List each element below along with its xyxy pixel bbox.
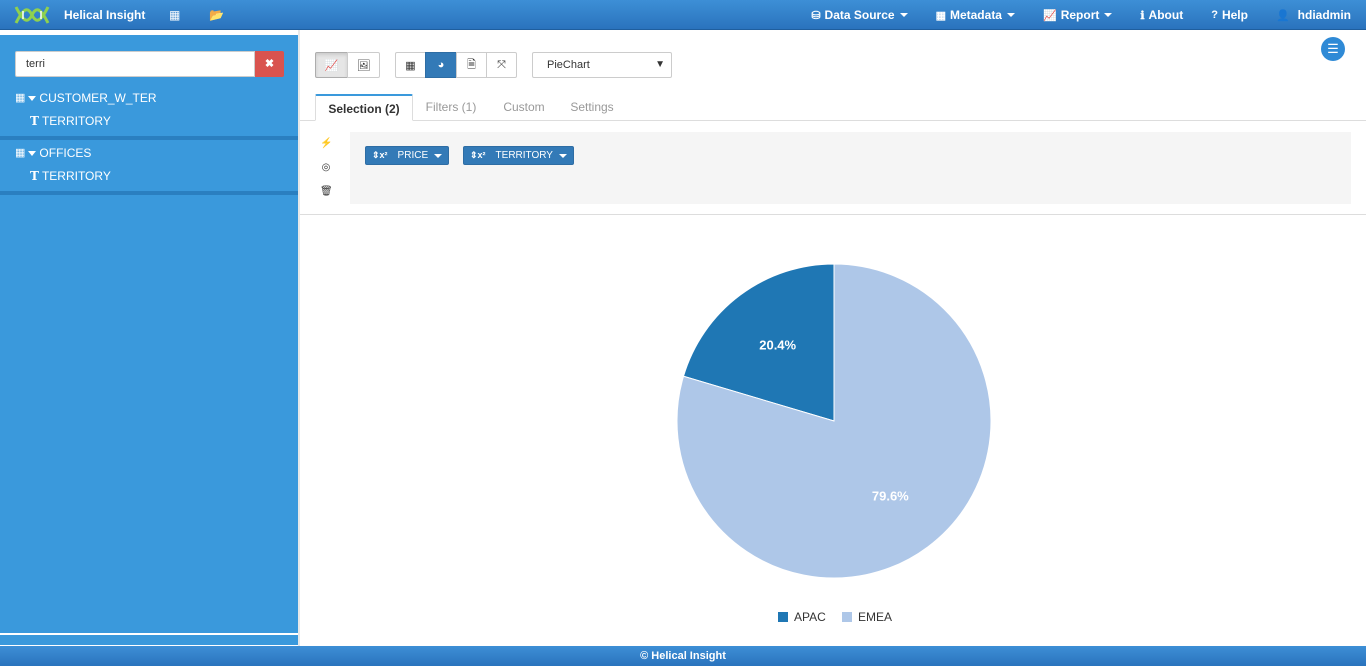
export-file-button[interactable]: 🗎 (456, 52, 487, 78)
chevron-down-icon (558, 153, 567, 158)
close-icon: ✖ (264, 58, 275, 70)
tab-settings[interactable]: Settings (564, 94, 620, 121)
tree-column-item[interactable]: T TERRITORY (0, 109, 298, 133)
pie-label-apac: 20.4% (759, 337, 796, 352)
tab-filters[interactable]: Filters (1) (418, 94, 484, 121)
chevron-down-icon (434, 153, 443, 158)
sort-function-icon: ⇕x² (372, 150, 388, 160)
line-chart-icon: 📈 (324, 59, 339, 72)
chevron-down-icon (28, 95, 37, 101)
folder-open-icon[interactable]: 📂 (209, 8, 224, 22)
footer: © Helical Insight (0, 646, 1366, 666)
text-column-icon: T (30, 114, 39, 128)
fullscreen-button[interactable]: ⤧ (486, 52, 517, 78)
field-tag-territory[interactable]: ⇕x² TERRITORY (463, 146, 574, 165)
table-icon: ▦ (15, 92, 26, 104)
legend-swatch-apac[interactable] (778, 612, 788, 622)
tab-custom[interactable]: Custom (496, 94, 552, 121)
clear-search-button[interactable]: ✖ (255, 51, 284, 77)
tree-table-customer: ▦ CUSTOMER_W_TER T TERRITORY (0, 87, 298, 140)
pie-view-button[interactable]: ◕ (425, 52, 457, 78)
tree-divider (0, 136, 298, 140)
chevron-down-icon (1104, 13, 1113, 17)
nav-help[interactable]: ? Help (1197, 8, 1262, 22)
pie-chart-icon: ◕ (437, 59, 445, 71)
nav-user[interactable]: 👤 hdiadmin (1262, 8, 1366, 22)
question-icon: ? (1211, 9, 1218, 21)
expand-icon: ⤧ (497, 58, 506, 71)
chart-mode-button[interactable]: 📈 (315, 52, 348, 78)
line-chart-icon: 📈 (1042, 9, 1057, 22)
nav-report[interactable]: 📈 Report (1029, 8, 1126, 22)
chevron-down-icon (899, 13, 908, 17)
database-icon: ⛁ (811, 9, 821, 22)
helical-logo-icon[interactable] (14, 5, 50, 25)
tree-table-header[interactable]: ▦ CUSTOMER_W_TER (0, 87, 298, 109)
chart-type-select[interactable]: PieChart ▼ (532, 52, 672, 78)
selection-tools: ⚡ ◎ 🗑 (320, 138, 333, 210)
sidebar-footer-strip (0, 635, 298, 645)
tab-selection[interactable]: Selection (2) (315, 94, 413, 121)
table-view-button[interactable]: ▦ (395, 52, 426, 78)
image-mode-button[interactable]: 🖼 (347, 52, 380, 78)
nav-about[interactable]: ℹ About (1126, 8, 1197, 22)
legend-label-emea[interactable]: EMEA (858, 610, 892, 624)
info-icon: ℹ (1140, 9, 1145, 22)
trash-icon[interactable]: 🗑 (320, 186, 333, 210)
user-icon: 👤 (1275, 9, 1290, 22)
image-icon: 🖼 (356, 59, 371, 72)
table-icon: ▦ (405, 59, 416, 72)
eye-slash-icon[interactable]: ◎ (320, 162, 332, 186)
lightning-icon[interactable]: ⚡ (320, 138, 332, 162)
metadata-sidebar: ✖ ▦ CUSTOMER_W_TER T TERRITORY ▦ OFFICES… (0, 35, 298, 633)
metadata-search-input[interactable] (15, 51, 255, 77)
pie-label-emea: 79.6% (872, 489, 909, 504)
pie-chart: 20.4% 79.6% APAC EMEA (676, 263, 992, 624)
legend-swatch-emea[interactable] (842, 612, 852, 622)
brand-name[interactable]: Helical Insight (64, 8, 145, 22)
table-icon: ▦ (935, 9, 946, 22)
tree-divider (0, 191, 298, 195)
tree-column-item[interactable]: T TERRITORY (0, 164, 298, 188)
file-icon: 🗎 (467, 58, 476, 71)
selection-drop-area[interactable]: ⇕x² PRICE ⇕x² TERRITORY (350, 132, 1351, 204)
text-column-icon: T (30, 169, 39, 183)
chevron-down-icon (1006, 13, 1015, 17)
tree-table-offices: ▦ OFFICES T TERRITORY (0, 142, 298, 195)
nav-metadata[interactable]: ▦ Metadata (922, 8, 1029, 22)
field-tag-price[interactable]: ⇕x² PRICE (365, 146, 450, 165)
legend-label-apac[interactable]: APAC (794, 610, 826, 624)
apps-grid-icon[interactable]: ▦ (169, 8, 180, 22)
editor-tabs: Selection (2) Filters (1) Custom Setting… (300, 94, 1366, 121)
nav-data-source[interactable]: ⛁ Data Source (797, 8, 921, 22)
hamburger-menu-button[interactable]: ☰ (1321, 37, 1345, 61)
chevron-down-icon (28, 150, 37, 156)
menu-icon: ☰ (1327, 41, 1339, 56)
sort-function-icon: ⇕x² (470, 150, 486, 160)
table-icon: ▦ (15, 147, 26, 159)
tree-table-header[interactable]: ▦ OFFICES (0, 142, 298, 164)
dropdown-arrow-icon: ▼ (655, 59, 665, 70)
top-navbar: Helical Insight ▦ 📂 ⛁ Data Source ▦ Meta… (0, 0, 1366, 30)
